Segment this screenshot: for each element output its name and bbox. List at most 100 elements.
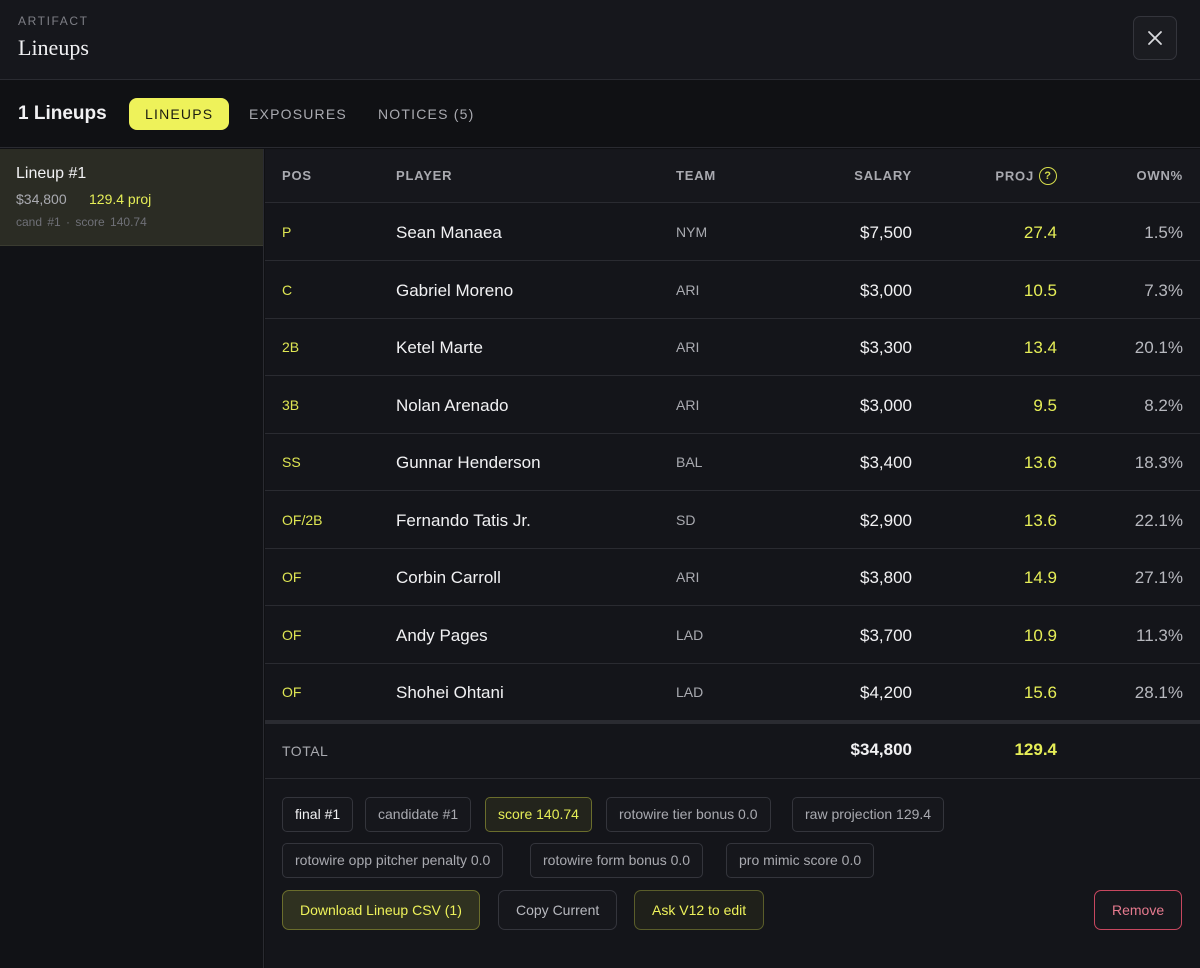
player-name: Nolan Arenado <box>396 395 509 415</box>
player-projection: 13.6 <box>1023 510 1057 530</box>
table-row[interactable]: C Gabriel Moreno ARI $3,000 10.5 7.3% <box>265 262 1200 319</box>
artifact-header: ARTIFACT Lineups <box>0 0 1200 80</box>
player-name: Gabriel Moreno <box>396 280 514 300</box>
tab-exposures[interactable]: EXPOSURES <box>233 98 363 130</box>
player-projection: 13.4 <box>1023 338 1057 357</box>
col-team[interactable]: TEAM <box>676 168 716 183</box>
total-label: TOTAL <box>282 743 329 759</box>
chip-raw-projection: raw projection 129.4 <box>792 797 945 832</box>
sidebar-item-lineup-1[interactable]: Lineup #1 $34,800 129.4 proj cand #1 · s… <box>0 149 263 246</box>
col-own[interactable]: OWN% <box>1136 168 1183 183</box>
player-name: Gunnar Henderson <box>396 453 541 472</box>
chip-score: score 140.74 <box>485 797 592 832</box>
lineup-count: 1 Lineups <box>18 103 107 124</box>
player-ownership: 11.3% <box>1136 625 1183 645</box>
player-salary: $4,200 <box>860 683 912 702</box>
tab-bar: 1 Lineups LINEUPS EXPOSURES NOTICES (5) <box>0 81 1200 148</box>
player-projection: 9.5 <box>1033 395 1057 415</box>
download-csv-button[interactable]: Download Lineup CSV (1) <box>282 890 480 930</box>
player-team: ARI <box>676 281 700 298</box>
player-name: Shohei Ohtani <box>396 683 504 702</box>
total-projection: 129.4 <box>1014 740 1057 759</box>
player-team: SD <box>676 511 696 528</box>
lineup-salary: $34,800 <box>16 191 67 207</box>
player-team: NYM <box>676 224 708 240</box>
remove-button[interactable]: Remove <box>1094 890 1183 930</box>
total-row: TOTAL $34,800 129.4 <box>265 721 1200 779</box>
player-team: ARI <box>676 339 700 355</box>
player-name: Fernando Tatis Jr. <box>396 510 531 530</box>
player-name: Ketel Marte <box>396 338 483 357</box>
player-team: LAD <box>676 626 704 643</box>
chip-final: final #1 <box>282 797 354 832</box>
lineup-meta: cand #1 · score 140.74 <box>16 215 147 229</box>
tab-notices[interactable]: NOTICES (5) <box>362 98 490 130</box>
player-projection: 10.9 <box>1023 625 1057 645</box>
player-name: Sean Manaea <box>396 223 502 242</box>
artifact-eyebrow: ARTIFACT <box>18 14 89 28</box>
table-row[interactable]: OF/2B Fernando Tatis Jr. SD $2,900 13.6 22.1% <box>265 492 1200 549</box>
lineup-projection: 129.4 proj <box>89 191 152 207</box>
player-projection: 10.5 <box>1023 280 1057 300</box>
player-ownership: 8.2% <box>1144 395 1183 415</box>
col-player[interactable]: PLAYER <box>396 168 452 183</box>
player-position: OF <box>282 626 302 643</box>
chip-tier-bonus: rotowire tier bonus 0.0 <box>606 797 771 832</box>
player-projection: 13.6 <box>1023 453 1057 472</box>
lineup-detail: POS PLAYER TEAM SALARY PROJ? OWN% P Sean … <box>265 149 1200 968</box>
chip-form-bonus: rotowire form bonus 0.0 <box>530 843 704 878</box>
player-position: C <box>282 281 293 298</box>
table-row[interactable]: OF Shohei Ohtani LAD $4,200 15.6 28.1% <box>265 664 1200 721</box>
player-ownership: 22.1% <box>1134 510 1183 530</box>
player-salary: $3,000 <box>860 395 912 415</box>
lineup-sidebar: Lineup #1 $34,800 129.4 proj cand #1 · s… <box>0 149 264 968</box>
lineup-name: Lineup #1 <box>16 165 87 182</box>
player-salary: $3,300 <box>860 338 912 357</box>
player-salary: $2,900 <box>860 510 912 530</box>
player-ownership: 27.1% <box>1134 568 1183 587</box>
player-salary: $3,400 <box>860 453 912 472</box>
player-position: OF/2B <box>282 511 323 528</box>
table-row[interactable]: OF Andy Pages LAD $3,700 10.9 11.3% <box>265 607 1200 664</box>
player-projection: 15.6 <box>1023 683 1057 702</box>
col-proj-label: PROJ <box>995 168 1034 184</box>
player-ownership: 20.1% <box>1134 338 1183 357</box>
player-name: Corbin Carroll <box>396 568 501 587</box>
player-salary: $7,500 <box>860 223 912 242</box>
tab-lineups[interactable]: LINEUPS <box>129 98 230 130</box>
player-projection: 27.4 <box>1023 223 1057 242</box>
page-title: Lineups <box>18 35 89 60</box>
col-proj[interactable]: PROJ? <box>995 167 1057 186</box>
player-salary: $3,700 <box>860 625 912 645</box>
chip-candidate: candidate #1 <box>365 797 472 832</box>
player-position: OF <box>282 684 302 700</box>
player-name: Andy Pages <box>396 625 488 645</box>
chip-pro-mimic-score: pro mimic score 0.0 <box>726 843 875 878</box>
col-pos[interactable]: POS <box>282 168 312 183</box>
table-row[interactable]: 3B Nolan Arenado ARI $3,000 9.5 8.2% <box>265 377 1200 434</box>
close-button[interactable] <box>1133 16 1177 60</box>
player-ownership: 18.3% <box>1134 453 1183 472</box>
player-ownership: 1.5% <box>1144 223 1183 242</box>
help-icon[interactable]: ? <box>1039 167 1057 185</box>
player-team: ARI <box>676 396 700 413</box>
player-position: P <box>282 224 292 240</box>
table-row[interactable]: P Sean Manaea NYM $7,500 27.4 1.5% <box>265 204 1200 261</box>
copy-current-button[interactable]: Copy Current <box>498 890 618 930</box>
table-row[interactable]: OF Corbin Carroll ARI $3,800 14.9 27.1% <box>265 549 1200 606</box>
table-row[interactable]: SS Gunnar Henderson BAL $3,400 13.6 18.3% <box>265 434 1200 491</box>
close-icon <box>1148 31 1162 45</box>
player-position: 2B <box>282 339 300 355</box>
chip-opp-pitcher-penalty: rotowire opp pitcher penalty 0.0 <box>282 843 504 878</box>
player-position: SS <box>282 454 301 470</box>
player-ownership: 7.3% <box>1144 280 1183 300</box>
player-ownership: 28.1% <box>1134 683 1183 702</box>
col-salary[interactable]: SALARY <box>854 168 912 183</box>
player-projection: 14.9 <box>1023 568 1057 587</box>
total-salary: $34,800 <box>850 740 912 759</box>
player-team: LAD <box>676 684 704 700</box>
ask-edit-button[interactable]: Ask V12 to edit <box>634 890 765 930</box>
player-position: 3B <box>282 396 300 413</box>
table-row[interactable]: 2B Ketel Marte ARI $3,300 13.4 20.1% <box>265 319 1200 376</box>
player-team: BAL <box>676 454 703 470</box>
